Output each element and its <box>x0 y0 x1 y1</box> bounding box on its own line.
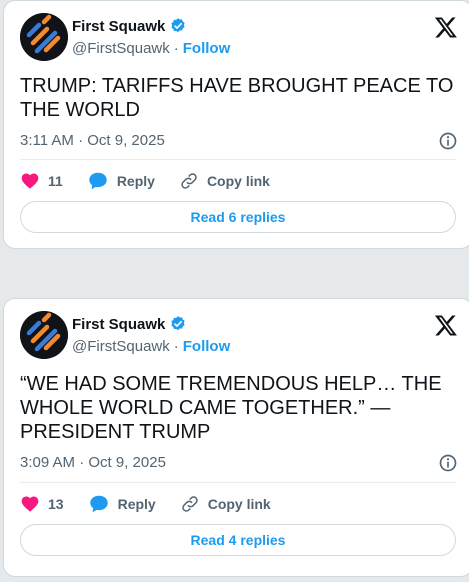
info-icon[interactable] <box>438 131 458 151</box>
copy-link-label: Copy link <box>206 173 270 189</box>
post-timestamp[interactable]: 3:11 AM · Oct 9, 2025 <box>20 132 165 149</box>
divider <box>20 482 456 483</box>
heart-icon <box>21 496 39 512</box>
divider <box>20 159 456 160</box>
verified-badge-icon <box>171 316 185 331</box>
reply-button[interactable]: Reply <box>88 493 156 515</box>
author-name[interactable]: First Squawk <box>72 316 165 333</box>
x-logo-icon[interactable] <box>434 15 458 39</box>
post-text: “WE HAD SOME TREMENDOUS HELP… THE WHOLE … <box>20 373 442 443</box>
post-timestamp[interactable]: 3:09 AM · Oct 9, 2025 <box>20 454 166 471</box>
author-name[interactable]: First Squawk <box>72 18 165 35</box>
follow-button[interactable]: Follow <box>183 40 231 57</box>
heart-icon <box>21 173 39 189</box>
embedded-post-1: First Squawk @FirstSquawk · Follow TRUMP… <box>3 0 469 249</box>
copy-link-label: Copy link <box>207 496 271 512</box>
author-name-row[interactable]: First Squawk <box>72 17 187 35</box>
author-name-row[interactable]: First Squawk <box>72 315 187 333</box>
avatar-logo <box>20 311 68 359</box>
like-button[interactable]: 13 <box>20 494 64 514</box>
author-handle[interactable]: @FirstSquawk <box>72 40 170 57</box>
reply-label: Reply <box>117 496 156 512</box>
verified-badge-icon <box>171 18 185 33</box>
link-icon <box>181 173 197 189</box>
read-replies-button[interactable]: Read 4 replies <box>20 524 456 556</box>
separator-dot: · <box>173 338 179 355</box>
info-icon[interactable] <box>438 453 458 473</box>
post-text: TRUMP: TARIFFS HAVE BROUGHT PEACE TO THE… <box>20 75 454 121</box>
avatar[interactable] <box>20 311 68 359</box>
reply-button[interactable]: Reply <box>87 170 155 192</box>
like-button[interactable]: 11 <box>20 171 63 191</box>
action-bar: 13 Reply Copy link <box>20 492 456 516</box>
reply-label: Reply <box>116 173 155 189</box>
action-bar: 11 Reply Copy link <box>20 169 456 193</box>
avatar-logo <box>20 13 68 61</box>
x-logo-icon[interactable] <box>434 313 458 337</box>
handle-row: @FirstSquawk · Follow <box>72 40 230 57</box>
handle-row: @FirstSquawk · Follow <box>72 338 230 355</box>
avatar[interactable] <box>20 13 68 61</box>
like-count: 11 <box>48 173 63 189</box>
copy-link-button[interactable]: Copy link <box>179 171 270 191</box>
author-handle[interactable]: @FirstSquawk <box>72 338 170 355</box>
read-replies-button[interactable]: Read 6 replies <box>20 201 456 233</box>
like-count: 13 <box>48 496 64 512</box>
copy-link-button[interactable]: Copy link <box>180 494 271 514</box>
embedded-post-2: First Squawk @FirstSquawk · Follow “WE H… <box>3 298 469 577</box>
separator-dot: · <box>173 40 179 57</box>
reply-bubble-icon <box>89 495 108 513</box>
reply-bubble-icon <box>89 172 107 190</box>
link-icon <box>181 496 198 512</box>
follow-button[interactable]: Follow <box>183 338 231 355</box>
